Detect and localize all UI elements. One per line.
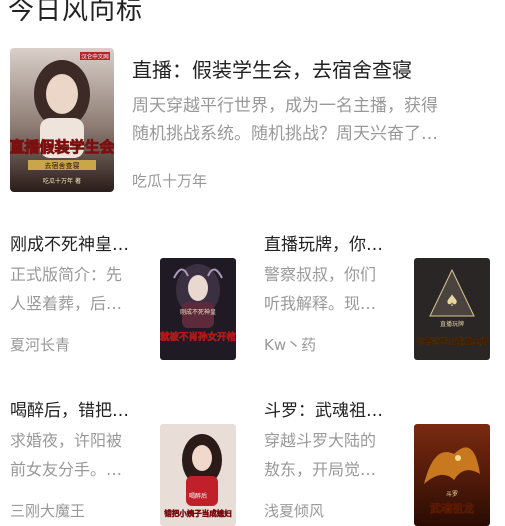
- book-author: 夏河长青: [10, 336, 71, 354]
- cover-subtitle-text: 刚成不死神皇: [180, 308, 216, 316]
- book-cover[interactable]: 斗罗 武魂祖龙: [414, 424, 490, 526]
- cover-title-text: 错把小姨子当成媳妇: [164, 508, 232, 518]
- cover-title-text: 你管这叫正能量主播: [415, 336, 489, 346]
- description-line: 穿越斗罗大陆的: [264, 431, 377, 450]
- cover-title-text: 直播假装学生会: [10, 138, 114, 156]
- cover-publisher: 汉仑中文网: [81, 53, 109, 61]
- book-author: 三刚大魔王: [10, 502, 86, 520]
- description-line: 听我解释。现…: [264, 294, 377, 313]
- book-description: 正式版简介：先 人竖着葬，后…: [10, 260, 144, 318]
- featured-book-description: 周天穿越平行世界，成为一名主播，获得 随机挑战系统。随机挑战？周天兴奋了…: [132, 92, 488, 148]
- description-line: 敖东，开局觉…: [264, 460, 377, 479]
- description-line: 人竖着葬，后…: [10, 294, 123, 313]
- book-cover[interactable]: 喝醉后 错把小姨子当成媳妇: [160, 424, 236, 526]
- description-line: 警察叔叔，你们: [264, 265, 377, 284]
- book-title[interactable]: 斗罗：武魂祖…: [264, 396, 383, 421]
- description-line: 随机挑战系统。随机挑战？周天兴奋了…: [132, 124, 438, 144]
- book-title[interactable]: 喝醉后，错把…: [10, 396, 129, 421]
- book-title[interactable]: 直播玩牌，你…: [264, 230, 383, 255]
- cover-title-text: 武魂祖龙: [430, 501, 474, 515]
- description-line: 前女友分手。…: [10, 460, 123, 479]
- cover-subtitle-text: 斗罗: [446, 491, 458, 498]
- cover-author-text: 吃瓜十万年 著: [43, 177, 81, 185]
- description-line: 求婚夜，许阳被: [10, 431, 123, 450]
- book-cover[interactable]: ♠ 直播玩牌 你管这叫正能量主播: [414, 258, 490, 360]
- book-cover[interactable]: 刚成不死神皇 就被不肖孙女开棺: [160, 258, 236, 360]
- description-line: 周天穿越平行世界，成为一名主播，获得: [132, 96, 438, 116]
- svg-text:♠: ♠: [445, 291, 459, 310]
- featured-book-author: 吃瓜十万年: [132, 172, 208, 190]
- featured-book-cover[interactable]: 汉仑中文网 直播假装学生会 去宿舍查寝 吃瓜十万年 著: [10, 48, 114, 192]
- book-author: 浅夏倾风: [264, 502, 325, 520]
- book-description: 警察叔叔，你们 听我解释。现…: [264, 260, 398, 318]
- cover-subtitle-text: 去宿舍查寝: [45, 161, 80, 170]
- cover-title-text: 就被不肖孙女开棺: [160, 331, 236, 343]
- book-card[interactable]: 刚成不死神皇… 正式版简介：先 人竖着葬，后… 夏河长青 刚成不死神皇 就被不肖…: [10, 230, 242, 360]
- book-card[interactable]: 斗罗：武魂祖… 穿越斗罗大陆的 敖东，开局觉… 浅夏倾风 斗罗 武魂祖龙: [264, 396, 496, 526]
- book-card[interactable]: 直播玩牌，你… 警察叔叔，你们 听我解释。现… Kw丶药 ♠ 直播玩牌 你管这叫…: [264, 230, 496, 360]
- section-title: 今日风向标: [8, 0, 144, 26]
- book-card[interactable]: 喝醉后，错把… 求婚夜，许阳被 前女友分手。… 三刚大魔王 喝醉后 错把小姨子当…: [10, 396, 242, 526]
- description-line: 正式版简介：先: [10, 265, 123, 284]
- book-description: 穿越斗罗大陆的 敖东，开局觉…: [264, 426, 398, 484]
- cover-subtitle-text: 直播玩牌: [440, 320, 464, 328]
- book-description: 求婚夜，许阳被 前女友分手。…: [10, 426, 144, 484]
- featured-book-title[interactable]: 直播：假装学生会，去宿舍查寝: [132, 54, 412, 83]
- book-title[interactable]: 刚成不死神皇…: [10, 230, 129, 255]
- cover-subtitle-text: 喝醉后: [189, 492, 207, 500]
- book-author: Kw丶药: [264, 336, 317, 354]
- featured-book-card[interactable]: 汉仑中文网 直播假装学生会 去宿舍查寝 吃瓜十万年 著 直播：假装学生会，去宿舍…: [10, 48, 495, 192]
